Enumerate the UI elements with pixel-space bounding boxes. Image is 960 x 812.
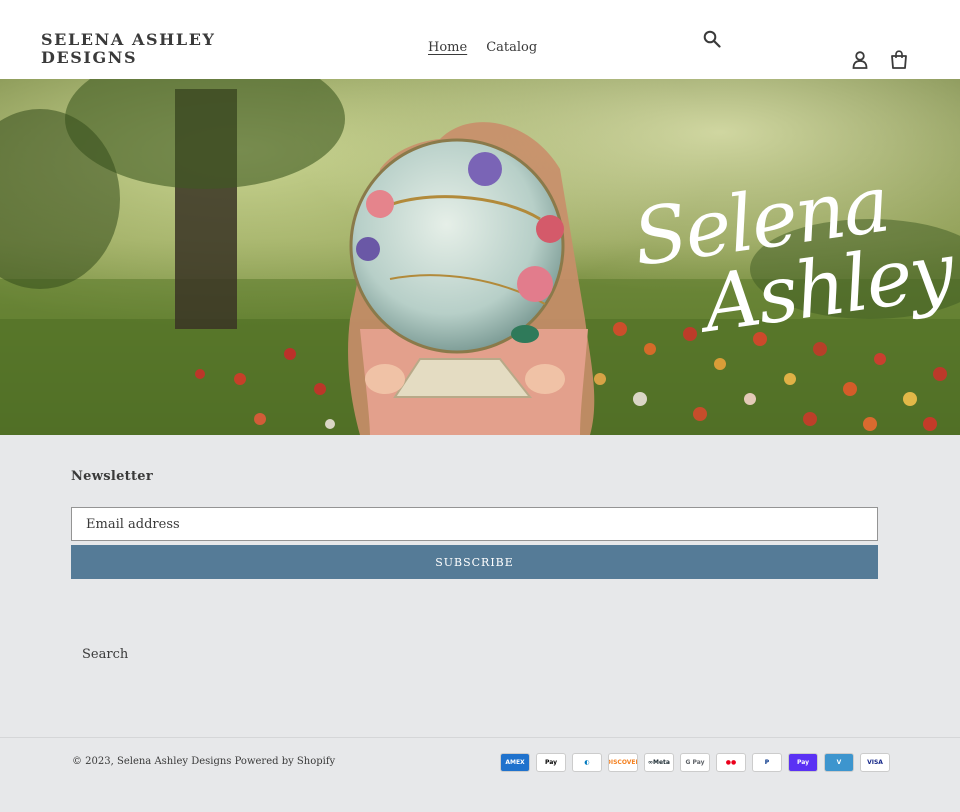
payment-icons-list: AMEX Pay ◐ DISCOVER ∞Meta G Pay ●● P Pay V VISA	[500, 753, 890, 772]
footer-link-search[interactable]: Search	[82, 647, 128, 662]
site-header: SELENA ASHLEY DESIGNS Home Catalog	[0, 0, 960, 79]
shop-pay-icon: Pay	[788, 753, 818, 772]
hero-banner: Selena Ashley	[0, 79, 960, 435]
american-express-icon: AMEX	[500, 753, 530, 772]
discover-icon: DISCOVER	[608, 753, 638, 772]
nav-link-home[interactable]: Home	[428, 40, 467, 55]
account-icon[interactable]	[849, 49, 871, 71]
main-navigation: Home Catalog	[428, 40, 537, 55]
venmo-icon: V	[824, 753, 854, 772]
google-pay-icon: G Pay	[680, 753, 710, 772]
paypal-icon: P	[752, 753, 782, 772]
hero-script-wordmark: Selena Ashley	[628, 159, 958, 381]
search-icon[interactable]	[701, 28, 723, 50]
newsletter-title: Newsletter	[71, 469, 154, 484]
cart-icon[interactable]	[888, 48, 910, 70]
visa-icon: VISA	[860, 753, 890, 772]
diners-club-icon: ◐	[572, 753, 602, 772]
nav-link-catalog[interactable]: Catalog	[486, 40, 537, 55]
copyright-text: © 2023, Selena Ashley Designs Powered by…	[72, 756, 336, 767]
footer-newsletter: Newsletter SUBSCRIBE Search	[0, 435, 960, 737]
subscribe-button[interactable]: SUBSCRIBE	[71, 545, 878, 579]
footer-bottom-bar: © 2023, Selena Ashley Designs Powered by…	[0, 737, 960, 812]
site-logo-title[interactable]: SELENA ASHLEY DESIGNS	[41, 31, 241, 67]
mastercard-icon: ●●	[716, 753, 746, 772]
meta-pay-icon: ∞Meta	[644, 753, 674, 772]
apple-pay-icon: Pay	[536, 753, 566, 772]
email-field[interactable]	[71, 507, 878, 541]
